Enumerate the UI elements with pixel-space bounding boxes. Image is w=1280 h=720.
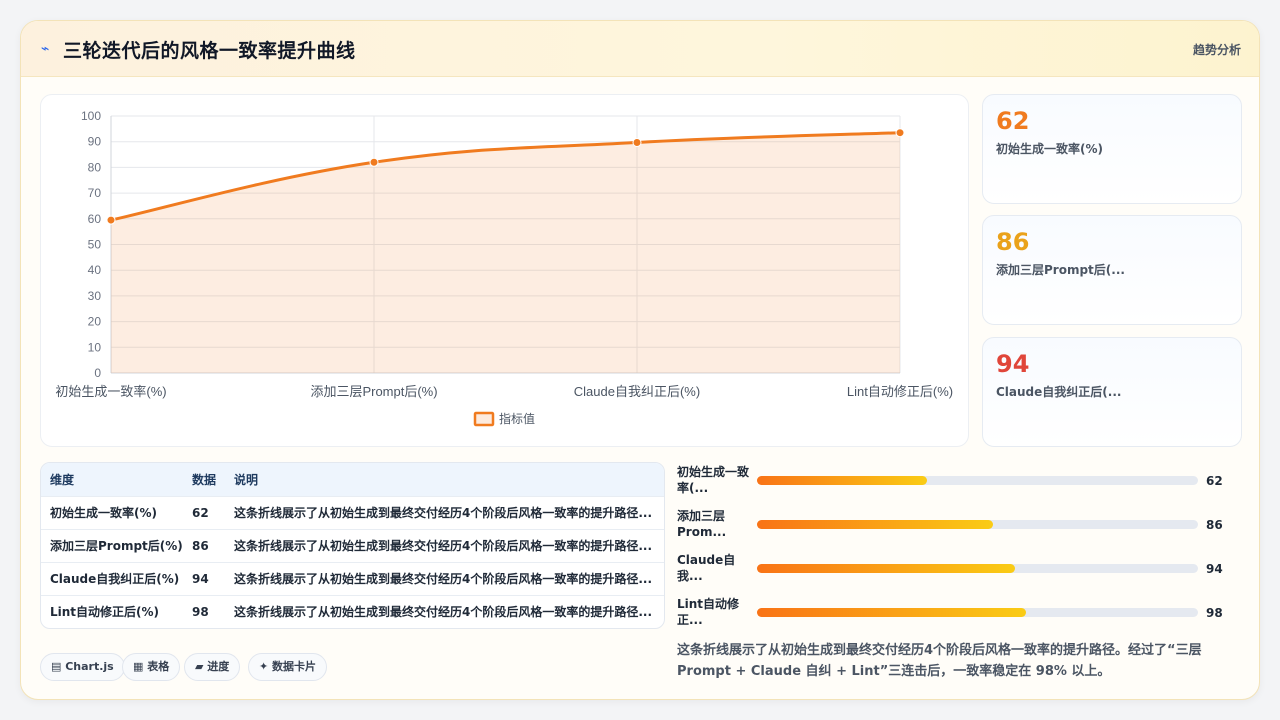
analysis-tag: 趋势分析	[1192, 43, 1241, 57]
progress-fill	[757, 564, 1015, 573]
page-title: 三轮迭代后的风格一致率提升曲线	[63, 40, 356, 62]
y-tick-label: 0	[94, 366, 101, 380]
progress-fill	[757, 608, 1026, 617]
cell-value: 94	[192, 571, 209, 586]
progress-value: 86	[1206, 518, 1223, 532]
table-header-row: 维度 数据 说明	[41, 463, 664, 496]
table-row: Claude自我纠正后(%) 94 这条折线展示了从初始生成到最终交付经历4个阶…	[41, 562, 664, 595]
legend-swatch	[473, 411, 495, 427]
summary-text: 这条折线展示了从初始生成到最终交付经历4个阶段后风格一致率的提升路径。经过了“三…	[677, 643, 1202, 679]
y-tick-label: 100	[81, 109, 101, 123]
stat-card-3: 94 Claude自我纠正后(...	[982, 337, 1242, 447]
x-tick-label: 初始生成一致率(%)	[55, 384, 166, 399]
legend-label: 指标值	[499, 411, 535, 426]
progress-fill	[757, 476, 927, 485]
progress-track	[757, 476, 1198, 485]
cell-dimension: 初始生成一致率(%)	[50, 506, 157, 520]
cell-dimension: Claude自我纠正后(%)	[50, 572, 180, 586]
table-row: Lint自动修正后(%) 98 这条折线展示了从初始生成到最终交付经历4个阶段后…	[41, 595, 664, 628]
progress-label: 添加三层 Prom...	[677, 509, 727, 539]
chart-svg: 0 10 20 30 40 50 60 70 80 90 100 初始生成一致率(%) 添加三层Prom…	[55, 109, 953, 427]
series-area	[111, 132, 900, 373]
cell-description: 这条折线展示了从初始生成到最终交付经历4个阶段后风格一致率的提升路径...	[234, 539, 653, 553]
stat-value: 62	[996, 107, 1030, 135]
column-header: 说明	[234, 472, 259, 487]
column-header: 维度	[50, 472, 75, 487]
chip-progress[interactable]: ▰ 进度	[184, 653, 241, 681]
data-point	[632, 137, 642, 147]
chip-chartjs[interactable]: ▤ Chart.js	[40, 653, 125, 681]
y-tick-label: 40	[88, 263, 102, 277]
y-tick-label: 90	[88, 135, 102, 149]
progress-value: 98	[1206, 606, 1223, 620]
progress-track	[757, 564, 1198, 573]
progress-track	[757, 608, 1198, 617]
table-row: 初始生成一致率(%) 62 这条折线展示了从初始生成到最终交付经历4个阶段后风格…	[41, 496, 664, 529]
progress-label: 初始生成一致 率(...	[677, 465, 750, 495]
stat-card-1: 62 初始生成一致率(%)	[982, 94, 1242, 204]
trend-icon: ⌁	[41, 41, 50, 57]
progress-row: Claude自 我... 94	[677, 552, 1237, 586]
cell-value: 98	[192, 604, 209, 619]
header: ⌁ 三轮迭代后的风格一致率提升曲线 趋势分析	[21, 21, 1259, 77]
y-tick-label: 10	[88, 340, 102, 354]
x-tick-label: Claude自我纠正后(%)	[574, 384, 700, 399]
dashboard-card: ⌁ 三轮迭代后的风格一致率提升曲线 趋势分析 0 10 20 30 40 50 60 70 80…	[20, 20, 1260, 700]
table-row: 添加三层Prompt后(%) 86 这条折线展示了从初始生成到最终交付经历4个阶…	[41, 529, 664, 562]
stat-label: Claude自我纠正后(...	[996, 385, 1122, 399]
chip-data-card[interactable]: ✦ 数据卡片	[248, 653, 328, 681]
y-tick-label: 80	[88, 160, 102, 174]
progress-row: 添加三层 Prom... 86	[677, 508, 1237, 542]
progress-value: 94	[1206, 562, 1223, 576]
data-point	[106, 215, 116, 225]
cell-description: 这条折线展示了从初始生成到最终交付经历4个阶段后风格一致率的提升路径...	[234, 605, 653, 620]
cell-value: 62	[192, 505, 209, 520]
progress-row: 初始生成一致 率(... 62	[677, 464, 1237, 498]
progress-fill	[757, 520, 993, 529]
progress-track	[757, 520, 1198, 529]
x-tick-label: 添加三层Prompt后(%)	[310, 384, 437, 399]
progress-label: Lint自动修 正...	[677, 597, 740, 627]
cell-dimension: 添加三层Prompt后(%)	[50, 539, 183, 553]
cell-description: 这条折线展示了从初始生成到最终交付经历4个阶段后风格一致率的提升路径...	[234, 572, 653, 586]
cell-value: 86	[192, 538, 209, 553]
progress-row: Lint自动修 正... 98	[677, 596, 1237, 630]
stat-value: 86	[996, 228, 1030, 256]
y-tick-label: 60	[88, 212, 102, 226]
x-tick-label: Lint自动修正后(%)	[847, 384, 953, 399]
y-tick-label: 20	[88, 315, 102, 329]
y-tick-label: 50	[88, 238, 102, 252]
progress-value: 62	[1206, 474, 1223, 488]
y-tick-label: 70	[88, 186, 102, 200]
stat-card-2: 86 添加三层Prompt后(...	[982, 215, 1242, 325]
column-header: 数据	[192, 472, 217, 487]
chip-table[interactable]: ▦ 表格	[122, 653, 181, 681]
stat-label: 初始生成一致率(%)	[996, 142, 1103, 156]
cell-description: 这条折线展示了从初始生成到最终交付经历4个阶段后风格一致率的提升路径...	[234, 506, 653, 520]
progress-label: Claude自 我...	[677, 553, 736, 583]
data-table: 维度 数据 说明 初始生成一致率(%) 62 这条折线展示了从初始生成到最终交付…	[40, 462, 665, 629]
data-point	[369, 157, 379, 167]
data-point	[895, 128, 905, 138]
stat-value: 94	[996, 350, 1030, 378]
y-tick-label: 30	[88, 289, 102, 303]
stat-label: 添加三层Prompt后(...	[996, 263, 1125, 277]
cell-dimension: Lint自动修正后(%)	[50, 605, 160, 620]
line-chart: 0 10 20 30 40 50 60 70 80 90 100 初始生成一致率(%) 添加三层Prom…	[40, 94, 969, 447]
